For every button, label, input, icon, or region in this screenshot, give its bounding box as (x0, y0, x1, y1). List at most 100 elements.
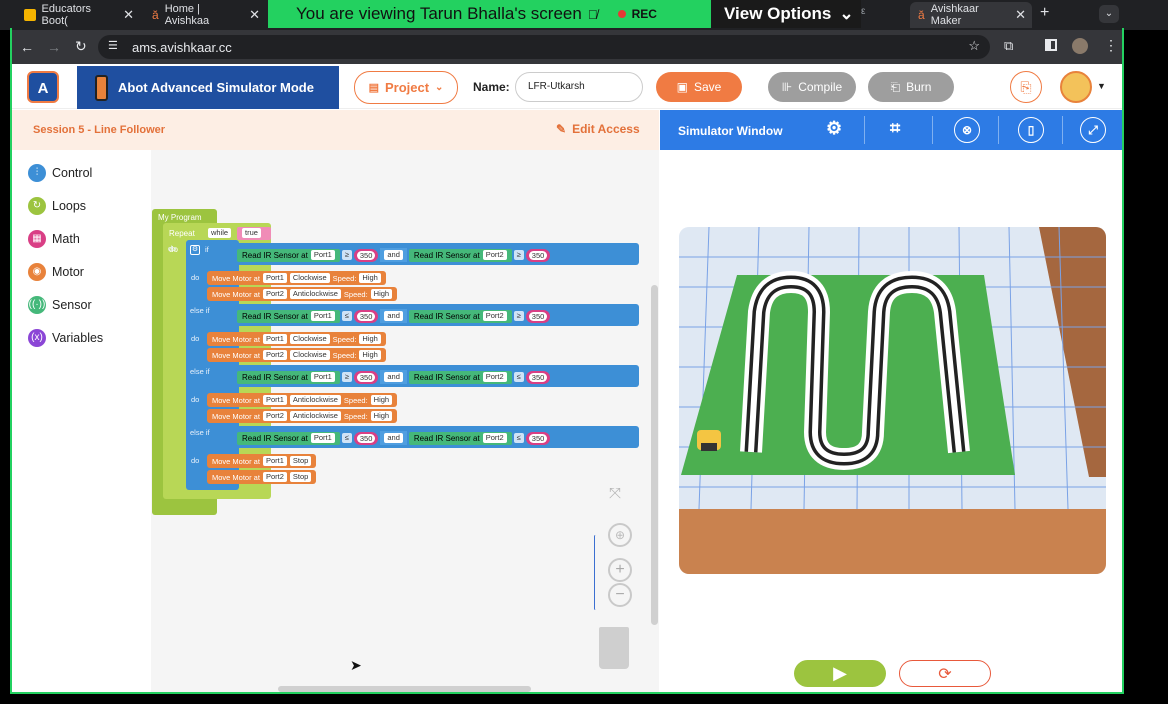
block-workspace[interactable]: My Program Repeat while do true ⚙ if els… (151, 150, 659, 692)
port-dropdown[interactable]: Port1 (262, 456, 287, 466)
port-dropdown[interactable]: Port2 (262, 472, 287, 482)
sidebar-item-variables[interactable]: (x) Variables (28, 329, 103, 347)
port-dropdown[interactable]: Port2 (482, 250, 507, 260)
port-dropdown[interactable]: Port1 (262, 334, 287, 344)
robot-arm-icon[interactable]: ⚙ (826, 118, 842, 139)
ir-sensor-block[interactable]: Read IR Sensor at Port1 (237, 370, 340, 384)
ir-sensor-block[interactable]: Read IR Sensor at Port1 (237, 309, 340, 323)
simulator-canvas[interactable] (679, 227, 1106, 574)
speed-dropdown[interactable]: High (370, 411, 393, 421)
ir-sensor-block[interactable]: Read IR Sensor at Port2 (408, 309, 512, 323)
close-icon[interactable]: ✕ (249, 7, 260, 23)
number-block[interactable]: 350 (353, 431, 379, 445)
speed-dropdown[interactable]: High (359, 350, 381, 360)
project-dropdown[interactable]: ▤ Project ⌄ (354, 71, 458, 104)
and-block[interactable]: and (380, 248, 407, 262)
sidebar-item-math[interactable]: ▦ Math (28, 230, 80, 248)
direction-dropdown[interactable]: Stop (289, 472, 312, 482)
close-icon[interactable]: ✕ (1015, 7, 1026, 23)
trash-icon[interactable] (599, 627, 629, 669)
ir-sensor-block[interactable]: Read IR Sensor at Port2 (408, 248, 512, 262)
direction-dropdown[interactable]: Stop (289, 456, 312, 466)
ir-sensor-block[interactable]: Read IR Sensor at Port1 (237, 248, 340, 262)
port-dropdown[interactable]: Port1 (310, 372, 335, 382)
direction-dropdown[interactable]: Anticlockwise (289, 395, 341, 405)
operator-dropdown[interactable]: ≤ (341, 311, 352, 321)
number-block[interactable]: 350 (525, 309, 551, 323)
user-avatar[interactable] (1060, 71, 1092, 103)
speed-dropdown[interactable]: High (359, 273, 381, 283)
ir-sensor-block[interactable]: Read IR Sensor at Port2 (408, 431, 512, 445)
gear-icon[interactable]: ⚙ (190, 245, 200, 255)
number-block[interactable]: 350 (353, 248, 379, 262)
new-tab-icon[interactable]: + (1040, 4, 1049, 22)
caret-down-icon[interactable]: ▼ (1097, 81, 1106, 91)
move-motor-block[interactable]: Move Motor at Port2 Stop (207, 470, 317, 484)
port-dropdown[interactable]: Port2 (482, 311, 507, 321)
number-block[interactable]: 350 (525, 370, 551, 384)
and-block[interactable]: and (380, 370, 407, 384)
port-dropdown[interactable]: Port2 (262, 411, 287, 421)
menu-kebab-icon[interactable]: ⋮ (1104, 37, 1118, 54)
expand-icon[interactable]: ⤧ (609, 485, 621, 502)
port-dropdown[interactable]: Port1 (310, 433, 335, 443)
operator-dropdown[interactable]: ≤ (513, 433, 524, 443)
port-dropdown[interactable]: Port2 (482, 433, 507, 443)
play-button[interactable]: ▶ (794, 660, 886, 687)
vertical-scrollbar[interactable] (651, 285, 658, 625)
move-motor-block[interactable]: Move Motor at Port2 Anticlockwise Speed: H… (207, 409, 398, 423)
project-name-input[interactable]: LFR-Utkarsh (515, 72, 643, 102)
target-reset-icon[interactable]: ⊗ (954, 117, 980, 143)
number-block[interactable]: 350 (525, 431, 551, 445)
port-dropdown[interactable]: Port1 (262, 273, 287, 283)
browser-tab[interactable]: Educators Boot( ✕ (16, 3, 140, 27)
number-block[interactable]: 350 (525, 248, 551, 262)
port-dropdown[interactable]: Port1 (262, 395, 287, 405)
tab-search-icon[interactable]: ⌄ (1099, 5, 1119, 23)
sidebar-item-control[interactable]: ⫶ Control (28, 164, 92, 182)
help-document-icon[interactable]: ⎘ (1010, 71, 1042, 103)
operator-dropdown[interactable]: ≥ (513, 250, 524, 260)
recenter-icon[interactable]: ⊕ (608, 523, 632, 547)
move-motor-block[interactable]: Move Motor at Port1 Clockwise Speed: High (207, 332, 386, 346)
operator-dropdown[interactable]: ≤ (341, 433, 352, 443)
while-dropdown[interactable]: while (208, 228, 232, 238)
speed-dropdown[interactable]: High (370, 289, 393, 299)
port-dropdown[interactable]: Port2 (482, 372, 507, 382)
number-block[interactable]: 350 (353, 309, 379, 323)
edit-access-button[interactable]: ✎ Edit Access (556, 122, 640, 136)
browser-tab[interactable]: ă Home | Avishkaa ✕ (144, 3, 266, 27)
forward-icon[interactable]: → (47, 39, 61, 55)
reload-icon[interactable]: ↻ (75, 38, 87, 55)
compile-button[interactable]: ⊪ Compile (768, 72, 856, 102)
move-motor-block[interactable]: Move Motor at Port1 Anticlockwise Speed: H… (207, 393, 398, 407)
arena-icon[interactable]: ⌗ (890, 118, 900, 139)
move-motor-block[interactable]: Move Motor at Port2 Clockwise Speed: High (207, 348, 386, 362)
site-info-icon[interactable]: ☰ (108, 39, 118, 52)
info-book-icon[interactable]: ▯ (1018, 117, 1044, 143)
close-icon[interactable]: ✕ (123, 7, 134, 23)
side-panel-icon[interactable] (1045, 39, 1057, 51)
sidebar-item-sensor[interactable]: ((·)) Sensor (28, 296, 92, 314)
move-motor-block[interactable]: Move Motor at Port2 Anticlockwise Speed: H… (207, 287, 398, 301)
direction-dropdown[interactable]: Anticlockwise (289, 289, 341, 299)
speed-dropdown[interactable]: High (359, 334, 381, 344)
fullscreen-icon[interactable]: ⤢ (1080, 117, 1106, 143)
operator-dropdown[interactable]: ≤ (513, 372, 524, 382)
address-bar[interactable]: ☰ ams.avishkaar.cc ☆ (98, 35, 990, 59)
browser-tab-active[interactable]: ă Avishkaar Maker ✕ (910, 2, 1032, 28)
ir-sensor-block[interactable]: Read IR Sensor at Port2 (408, 370, 512, 384)
bookmark-star-icon[interactable]: ☆ (968, 38, 980, 54)
burn-button[interactable]: ⎗ Burn (868, 72, 954, 102)
port-dropdown[interactable]: Port1 (310, 250, 335, 260)
operator-dropdown[interactable]: ≥ (341, 250, 352, 260)
direction-dropdown[interactable]: Clockwise (289, 350, 330, 360)
true-block[interactable]: true (237, 227, 271, 240)
extensions-icon[interactable]: ⧉ (1004, 38, 1013, 54)
port-dropdown[interactable]: Port2 (262, 350, 287, 360)
direction-dropdown[interactable]: Clockwise (289, 273, 330, 283)
number-block[interactable]: 350 (353, 370, 379, 384)
sidebar-item-loops[interactable]: ↻ Loops (28, 197, 86, 215)
direction-dropdown[interactable]: Clockwise (289, 334, 330, 344)
move-motor-block[interactable]: Move Motor at Port1 Stop (207, 454, 317, 468)
